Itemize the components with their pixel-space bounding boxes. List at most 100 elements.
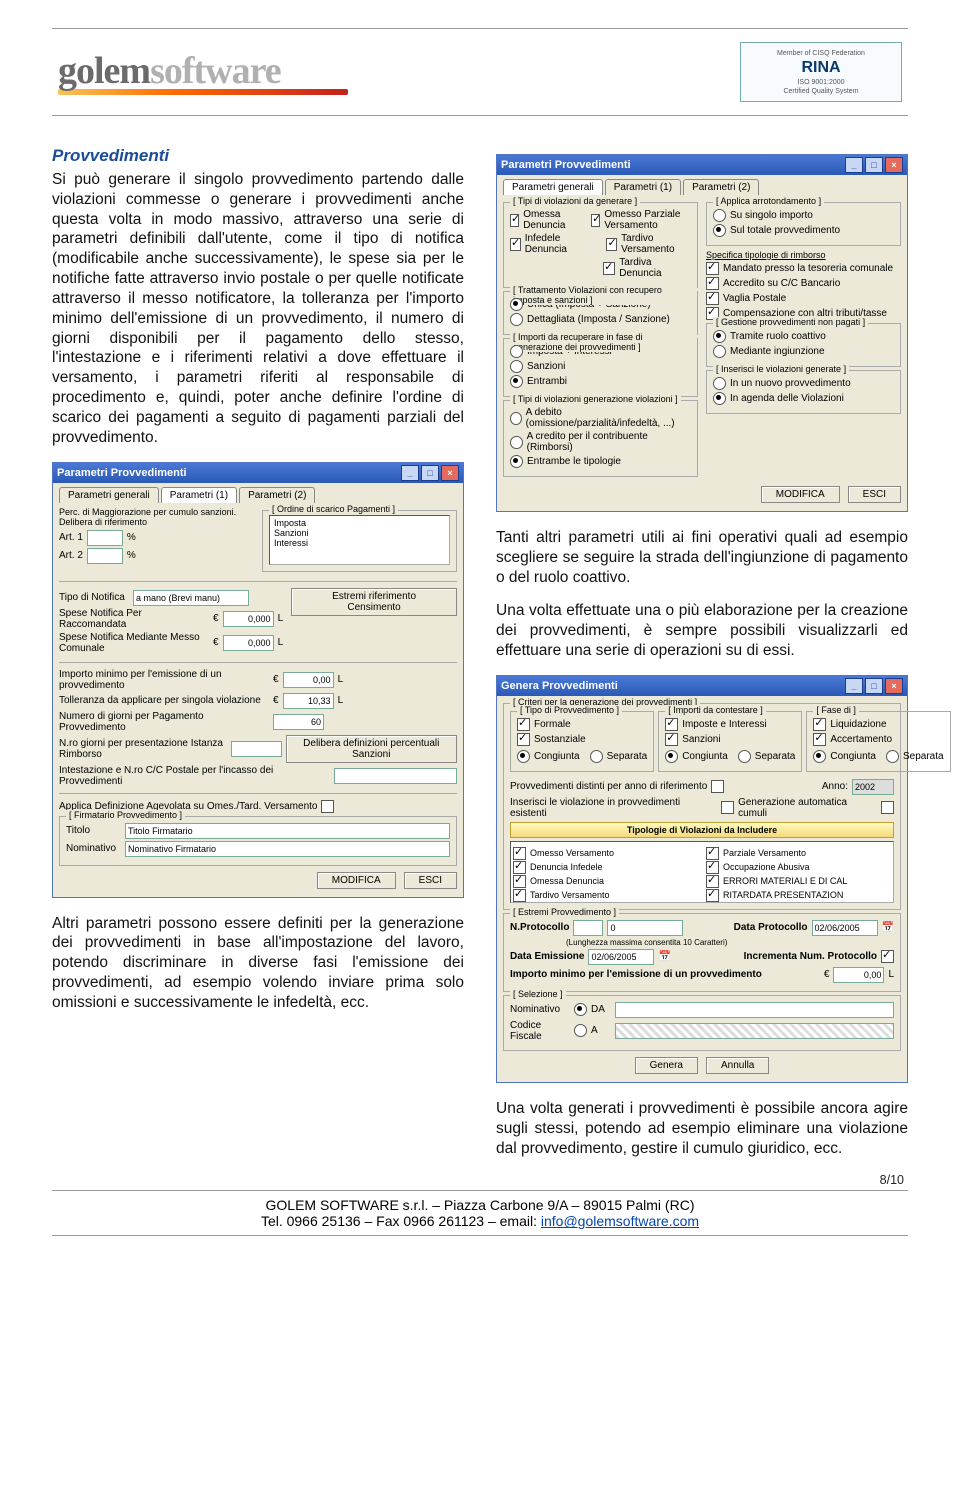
footer-email-link[interactable]: info@golemsoftware.com <box>541 1213 699 1229</box>
data-prot-input[interactable] <box>812 920 878 936</box>
radio[interactable] <box>713 377 726 390</box>
annulla-button[interactable]: Annulla <box>706 1057 769 1074</box>
checkbox[interactable] <box>813 733 826 746</box>
fieldset-title: [ Importi da contestare ] <box>665 705 766 715</box>
data-emis-input[interactable] <box>588 949 654 965</box>
a-input[interactable] <box>615 1023 894 1039</box>
tab[interactable]: Parametri generali <box>59 487 159 503</box>
radio[interactable] <box>574 1003 587 1016</box>
impmin-input[interactable] <box>833 967 884 983</box>
checkbox[interactable] <box>721 801 734 814</box>
checkbox[interactable] <box>513 889 526 902</box>
checkbox[interactable] <box>591 214 600 227</box>
radio[interactable] <box>510 313 523 326</box>
minimize-icon[interactable]: _ <box>401 465 419 481</box>
maximize-icon[interactable]: □ <box>865 678 883 694</box>
radio[interactable] <box>510 375 523 388</box>
close-icon[interactable]: × <box>885 678 903 694</box>
radio[interactable] <box>713 392 726 405</box>
giorni-pag-input[interactable] <box>273 714 324 730</box>
delibera-button[interactable]: Delibera definizioni percentuali Sanzion… <box>286 735 457 763</box>
maximize-icon[interactable]: □ <box>865 157 883 173</box>
checkbox[interactable] <box>665 733 678 746</box>
minimize-icon[interactable]: _ <box>845 157 863 173</box>
estremi-button[interactable]: Estremi riferimento Censimento <box>291 588 457 616</box>
close-icon[interactable]: × <box>441 465 459 481</box>
checkbox[interactable] <box>706 889 719 902</box>
radio[interactable] <box>517 750 530 763</box>
genera-button[interactable]: Genera <box>635 1057 698 1074</box>
importo-min-input[interactable] <box>283 672 334 688</box>
radio[interactable] <box>713 330 726 343</box>
radio[interactable] <box>510 412 522 425</box>
radio[interactable] <box>510 436 523 449</box>
radio[interactable] <box>510 455 523 468</box>
giorni-rimb-input[interactable] <box>231 741 282 757</box>
window-controls: _ □ × <box>845 678 903 694</box>
nprot-input[interactable] <box>607 920 683 936</box>
da-input[interactable] <box>615 1002 894 1018</box>
checkbox[interactable] <box>517 733 530 746</box>
page-number: 8/10 <box>880 1173 904 1187</box>
checkbox[interactable] <box>881 950 894 963</box>
tab[interactable]: Parametri (2) <box>683 179 759 195</box>
radio[interactable] <box>510 345 523 358</box>
spese-racc-input[interactable] <box>223 611 274 627</box>
radio[interactable] <box>665 750 678 763</box>
radio[interactable] <box>510 298 523 311</box>
label: Importo minimo per l'emissione di un pro… <box>510 969 762 980</box>
list-item: Tardivo Versamento <box>530 890 610 900</box>
art1-input[interactable] <box>87 530 123 546</box>
checkbox[interactable] <box>665 718 678 731</box>
anno-input[interactable] <box>852 779 894 795</box>
spese-messo-input[interactable] <box>223 635 274 651</box>
nominativo-firm-input[interactable] <box>125 841 450 857</box>
modifica-button[interactable]: MODIFICA <box>317 872 396 889</box>
maximize-icon[interactable]: □ <box>421 465 439 481</box>
tolleranza-input[interactable] <box>283 693 334 709</box>
checkbox[interactable] <box>706 262 719 275</box>
checkbox[interactable] <box>510 214 519 227</box>
tab[interactable]: Parametri (1) <box>605 179 681 195</box>
modifica-button[interactable]: MODIFICA <box>761 486 840 503</box>
label: % <box>127 550 136 561</box>
calendar-icon[interactable]: 📅 <box>658 951 670 962</box>
radio[interactable] <box>574 1024 587 1037</box>
radio[interactable] <box>813 750 826 763</box>
tab[interactable]: Parametri (2) <box>239 487 315 503</box>
checkbox[interactable] <box>706 292 719 305</box>
checkbox[interactable] <box>517 718 530 731</box>
esci-button[interactable]: ESCI <box>848 486 901 503</box>
radio[interactable] <box>713 224 726 237</box>
checkbox[interactable] <box>881 801 894 814</box>
checkbox[interactable] <box>606 238 617 251</box>
tipo-notifica-input[interactable] <box>133 590 249 606</box>
calendar-icon[interactable]: 📅 <box>882 922 894 933</box>
esci-button[interactable]: ESCI <box>404 872 457 889</box>
art2-input[interactable] <box>87 548 123 564</box>
radio[interactable] <box>886 750 899 763</box>
nprot-prefix[interactable] <box>573 920 603 936</box>
applica-checkbox[interactable] <box>321 800 334 813</box>
titolo-firm-input[interactable] <box>125 823 450 839</box>
checkbox[interactable] <box>510 238 521 251</box>
radio[interactable] <box>713 345 726 358</box>
minimize-icon[interactable]: _ <box>845 678 863 694</box>
radio[interactable] <box>713 209 726 222</box>
radio[interactable] <box>738 750 751 763</box>
radio[interactable] <box>590 750 603 763</box>
checkbox[interactable] <box>711 780 724 793</box>
checkbox[interactable] <box>706 277 719 290</box>
close-icon[interactable]: × <box>885 157 903 173</box>
window-controls: _ □ × <box>401 465 459 481</box>
dialog-body: Parametri generali Parametri (1) Paramet… <box>53 483 463 897</box>
tab[interactable]: Parametri (1) <box>161 487 237 503</box>
tab[interactable]: Parametri generali <box>503 179 603 195</box>
fieldset-title: [ Selezione ] <box>510 989 566 999</box>
radio[interactable] <box>510 360 523 373</box>
checkbox[interactable] <box>813 718 826 731</box>
intestazione-input[interactable] <box>334 768 457 784</box>
checkbox[interactable] <box>603 262 615 275</box>
ordine-scarico-list[interactable]: Imposta Sanzioni Interessi <box>269 515 450 565</box>
tipologie-list[interactable]: Omesso Versamento Denuncia Infedele Omes… <box>510 841 894 903</box>
